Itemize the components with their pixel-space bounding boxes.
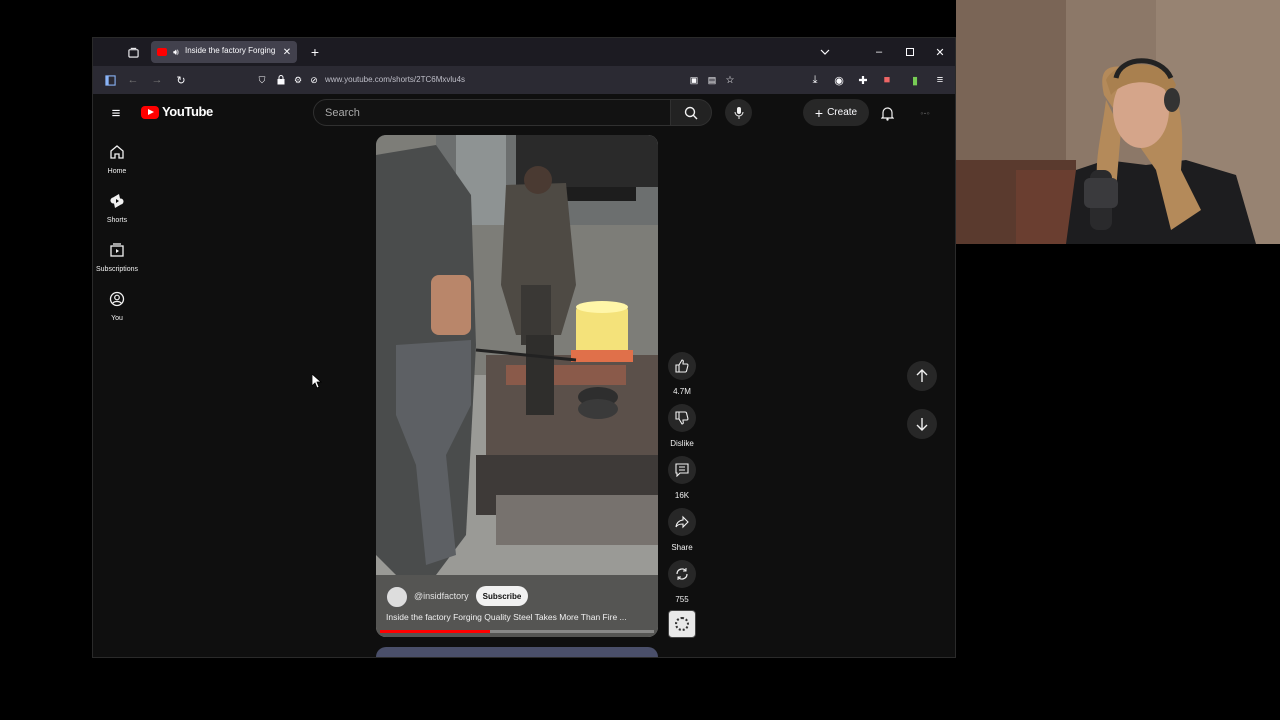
next-short-button[interactable] xyxy=(907,409,937,439)
sound-thumbnail[interactable] xyxy=(668,610,696,638)
back-icon[interactable]: ← xyxy=(125,72,141,88)
progress-fill xyxy=(380,630,490,633)
tab-title: Inside the factory Forging Q xyxy=(185,46,277,55)
search-input[interactable]: Search xyxy=(313,99,671,126)
notifications-bell-icon[interactable] xyxy=(879,104,895,122)
avatar-loading-icon[interactable]: ◦-◦ xyxy=(915,104,935,122)
channel-name[interactable]: @insidfactory xyxy=(414,591,469,601)
search-placeholder: Search xyxy=(325,107,360,119)
close-tab-icon[interactable]: ✕ xyxy=(281,46,293,58)
youtube-logo-text: YouTube xyxy=(162,104,213,119)
tab-list-icon[interactable] xyxy=(125,44,141,60)
you-icon xyxy=(109,291,125,307)
next-short-preview[interactable] xyxy=(376,647,658,657)
share-icon xyxy=(675,515,689,529)
play-icon xyxy=(148,109,154,115)
short-title[interactable]: Inside the factory Forging Quality Steel… xyxy=(386,612,652,622)
picture-icon[interactable]: ▣ xyxy=(687,73,701,87)
plus-icon: + xyxy=(814,104,824,121)
dislike-button[interactable] xyxy=(668,404,696,432)
short-video-player[interactable]: @insidfactory Subscribe Inside the facto… xyxy=(376,135,658,637)
youtube-favicon-icon xyxy=(157,48,167,56)
subscribe-button[interactable]: Subscribe xyxy=(476,586,528,606)
previous-short-button[interactable] xyxy=(907,361,937,391)
thumbs-down-icon xyxy=(675,411,689,425)
channel-avatar[interactable] xyxy=(386,586,408,608)
progress-bar[interactable] xyxy=(380,630,654,633)
remix-count: 755 xyxy=(675,595,689,604)
search-icon xyxy=(684,106,698,119)
maximize-icon[interactable] xyxy=(902,44,918,60)
extension-bars-icon[interactable]: ▮ xyxy=(907,72,923,88)
sidebar-label-home: Home xyxy=(107,168,127,175)
like-count: 4.7M xyxy=(673,387,691,396)
account-icon[interactable]: ◉ xyxy=(831,72,847,88)
close-window-icon[interactable]: ✕ xyxy=(932,44,948,60)
remix-button[interactable] xyxy=(668,560,696,588)
forward-icon[interactable]: → xyxy=(149,72,165,88)
webcam-feed xyxy=(956,0,1280,244)
shorts-icon xyxy=(110,194,124,208)
shield-icon[interactable]: ⛉ xyxy=(255,73,269,87)
address-bar[interactable]: ⛉ ⚙︎ ⊘ www.youtube.com/shorts/2TC6Mxvlu4… xyxy=(253,69,773,91)
hamburger-menu-icon[interactable]: ≡ xyxy=(107,104,125,122)
comment-icon xyxy=(675,463,689,477)
reload-icon[interactable]: ↻ xyxy=(173,72,189,88)
extension-red-icon[interactable]: ■ xyxy=(879,72,895,88)
sidebar-label-shorts: Shorts xyxy=(106,217,128,224)
sidebar-item-you[interactable]: You xyxy=(93,291,141,327)
sidebar: Home Shorts Subscriptions You xyxy=(93,136,141,336)
microphone-icon xyxy=(734,106,743,119)
sidebar-label-you: You xyxy=(111,315,123,322)
tab-bar: 🔊︎ Inside the factory Forging Q ✕ + – ✕ xyxy=(93,38,955,66)
reader-view-icon[interactable]: ▤ xyxy=(705,73,719,87)
create-button[interactable]: + Create xyxy=(803,99,869,126)
chevron-down-icon[interactable] xyxy=(817,44,833,60)
sidebar-item-shorts[interactable]: Shorts xyxy=(93,193,141,229)
sidebar-label-subscriptions: Subscriptions xyxy=(95,266,139,273)
sidebar-item-subscriptions[interactable]: Subscriptions xyxy=(93,242,141,278)
comment-count: 16K xyxy=(674,491,690,500)
mouse-cursor-icon xyxy=(312,374,322,389)
home-icon xyxy=(110,145,124,159)
sidebar-toggle-icon[interactable] xyxy=(102,72,118,88)
browser-window: 🔊︎ Inside the factory Forging Q ✕ + – ✕ … xyxy=(92,37,956,658)
like-button[interactable] xyxy=(668,352,696,380)
share-label: Share xyxy=(671,543,693,552)
remix-icon xyxy=(676,568,688,580)
tab-active[interactable]: 🔊︎ Inside the factory Forging Q ✕ xyxy=(151,41,297,63)
dislike-label: Dislike xyxy=(670,439,694,448)
menu-icon[interactable]: ≡ xyxy=(932,72,948,88)
search-button[interactable] xyxy=(670,99,712,126)
lock-icon[interactable] xyxy=(274,73,288,87)
subscriptions-icon xyxy=(110,243,124,257)
minimize-icon[interactable]: – xyxy=(871,44,887,60)
nav-bar: ← → ↻ ⛉ ⚙︎ ⊘ www.youtube.com/shorts/2TC6… xyxy=(93,66,955,94)
video-frame-image xyxy=(376,135,658,637)
gear-logo-icon xyxy=(675,617,689,631)
sidebar-item-home[interactable]: Home xyxy=(93,144,141,180)
arrow-up-icon xyxy=(916,369,928,382)
speaker-icon[interactable]: 🔊︎ xyxy=(170,46,182,58)
webcam-image xyxy=(956,0,1280,244)
thumbs-up-icon xyxy=(675,359,689,373)
download-icon[interactable]: ⤓ xyxy=(807,72,823,88)
url-text: www.youtube.com/shorts/2TC6Mxvlu4s xyxy=(325,75,466,84)
create-label: Create xyxy=(827,107,858,118)
tracking-icon[interactable]: ⊘ xyxy=(307,73,321,87)
extensions-icon[interactable]: ✚ xyxy=(855,72,871,88)
new-tab-icon[interactable]: + xyxy=(307,44,323,60)
arrow-down-icon xyxy=(916,418,928,431)
voice-search-button[interactable] xyxy=(725,99,752,126)
comments-button[interactable] xyxy=(668,456,696,484)
permissions-icon[interactable]: ⚙︎ xyxy=(291,73,305,87)
bookmark-star-icon[interactable]: ☆ xyxy=(723,73,737,87)
share-button[interactable] xyxy=(668,508,696,536)
